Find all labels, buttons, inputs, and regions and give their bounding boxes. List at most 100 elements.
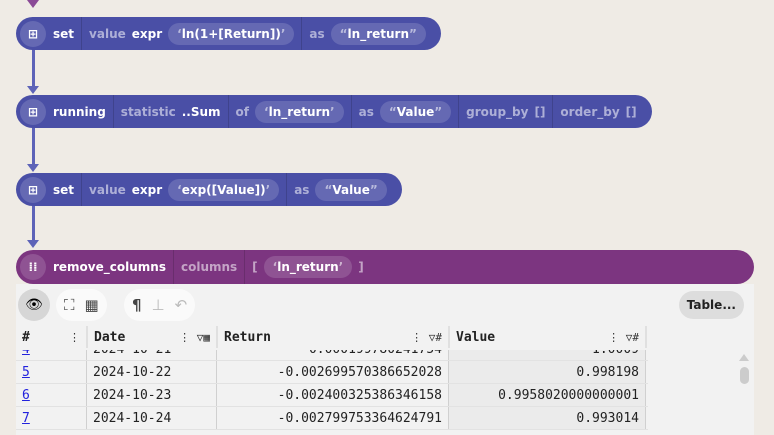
param-label: value — [89, 182, 126, 197]
param-group: of ‘ln_return’ — [229, 95, 352, 128]
column-name: Return — [224, 329, 271, 345]
cell-date[interactable]: 2024-10-23 — [87, 384, 217, 406]
column-name: Value — [456, 329, 496, 345]
scroll-up-icon[interactable] — [739, 354, 749, 361]
row-index[interactable]: 4 — [16, 350, 87, 360]
cell-return[interactable]: -0.002699570386652028 — [217, 361, 449, 383]
param-group: statistic ..Sum — [114, 95, 229, 128]
column-name: # — [22, 329, 30, 345]
param-value[interactable]: “ln_return” — [330, 22, 426, 45]
cell-return[interactable]: -0.002799753364624791 — [217, 407, 449, 429]
table-menu-button[interactable]: Table... — [678, 291, 744, 319]
scrollbar-thumb[interactable] — [739, 367, 749, 384]
param-label: as — [309, 26, 325, 41]
column-menu-icon[interactable]: ⋮ — [69, 331, 80, 344]
column-header-date[interactable]: Date ⋮ ▽▦ — [88, 326, 218, 348]
column-menu-filter-number-icon[interactable]: ⋮ ▽# — [411, 331, 442, 344]
param-group: value expr ‘exp([Value])’ — [82, 173, 288, 206]
param-group: columns — [174, 250, 246, 284]
param-group: as “Value” — [287, 173, 394, 206]
connector-arrow — [27, 240, 39, 248]
pilcrow-icon[interactable]: ¶ — [132, 296, 142, 314]
eye-icon[interactable]: 👁 — [18, 289, 50, 321]
column-header-value[interactable]: Value ⋮ ▽# — [450, 326, 647, 348]
column-name: Date — [94, 329, 126, 345]
param-value[interactable]: ‘ln(1+[Return])’ — [168, 22, 295, 45]
param-label: ] — [358, 260, 364, 274]
row-index[interactable]: 5 — [16, 361, 87, 383]
row-index[interactable]: 6 — [16, 384, 87, 406]
row-link[interactable]: 4 — [22, 350, 30, 357]
row-link[interactable]: 7 — [22, 411, 30, 426]
param-label: value — [89, 26, 126, 41]
command-label: set — [53, 26, 75, 41]
pipeline-block-set[interactable]: ⊞ set value expr ‘ln(1+[Return])’ as “ln_retur… — [16, 17, 441, 50]
cell-value[interactable]: 0.998198 — [449, 361, 646, 383]
remove-columns-icon[interactable]: ⁞⁞ — [20, 254, 46, 280]
connector-arrow — [27, 164, 39, 172]
command-name: set — [46, 173, 83, 206]
param-value[interactable]: ‘ln_return’ — [255, 100, 344, 123]
quote-mark: ’ — [280, 26, 286, 41]
cell-value[interactable]: 1.0009 — [449, 350, 646, 360]
param-value[interactable]: ‘ln_return’ — [263, 256, 353, 278]
expand-icon[interactable]: ⛶ — [64, 296, 75, 314]
quote-mark: ” — [434, 104, 443, 119]
column-menu-filter-date-icon[interactable]: ⋮ ▽▦ — [179, 331, 210, 344]
column-header-index[interactable]: # ⋮ — [16, 326, 88, 348]
param-value-text: ln_return — [277, 260, 339, 274]
pipeline-block-running[interactable]: ⊞ running statistic ..Sum of ‘ln_return’ as “Va… — [16, 95, 652, 128]
cell-date[interactable]: 2024-10-24 — [87, 407, 217, 429]
connector — [32, 205, 35, 241]
undo-icon[interactable]: ↶ — [175, 296, 188, 314]
add-column-icon[interactable]: ⊞ — [20, 176, 46, 203]
param-label: [ — [252, 260, 258, 274]
param-label: [] — [534, 104, 546, 119]
param-label: as — [294, 182, 310, 197]
param-value-text: exp([Value]) — [181, 182, 266, 197]
param-group: value expr ‘ln(1+[Return])’ — [82, 17, 303, 50]
param-keyword[interactable]: expr — [132, 183, 162, 197]
pipeline-block-remove-columns[interactable]: ⁞⁞ remove_columns columns [ ‘ln_return’] — [16, 250, 754, 284]
param-value-text: Value — [396, 104, 435, 119]
cell-return[interactable]: -0.002400325386346158 — [217, 384, 449, 406]
vertical-scrollbar[interactable] — [738, 354, 750, 384]
column-menu-filter-number-icon[interactable]: ⋮ ▽# — [608, 331, 639, 344]
param-keyword[interactable]: expr — [132, 27, 162, 41]
cell-value[interactable]: 0.9958020000000001 — [449, 384, 646, 406]
table-header: # ⋮ Date ⋮ ▽▦ Return ⋮ ▽# Value ⋮ ▽# — [16, 326, 647, 348]
row-index[interactable]: 7 — [16, 407, 87, 429]
row-link[interactable]: 5 — [22, 365, 30, 380]
add-column-icon[interactable]: ⊞ — [20, 98, 46, 125]
add-column-icon[interactable]: ⊞ — [20, 20, 46, 47]
command-name: set — [46, 17, 83, 50]
param-value[interactable]: “Value” — [379, 100, 452, 123]
param-keyword[interactable]: ..Sum — [182, 105, 221, 119]
quote-mark: ” — [369, 182, 378, 197]
table-row: 5 2024-10-22 -0.002699570386652028 0.998198 — [16, 361, 648, 384]
param-value[interactable]: ‘exp([Value])’ — [168, 178, 280, 201]
add-row-icon[interactable]: ⊥ — [152, 296, 165, 314]
cell-value[interactable]: 0.993014 — [449, 407, 646, 429]
row-link[interactable]: 6 — [22, 388, 30, 403]
param-label: order_by — [560, 104, 620, 119]
grid-icon[interactable]: ▦ — [85, 296, 99, 314]
table-body: 4 2024-10-210.0001997802417541.0009 5 2024-… — [16, 350, 648, 435]
column-header-return[interactable]: Return ⋮ ▽# — [218, 326, 450, 348]
cell-return[interactable]: 0.000199780241754 — [217, 350, 449, 360]
param-label: [] — [625, 104, 637, 119]
cell-date[interactable]: 2024-10-22 — [87, 361, 217, 383]
param-value[interactable]: “Value” — [315, 178, 387, 201]
pipeline-block-set[interactable]: ⊞ set value expr ‘exp([Value])’ as “Value” — [16, 173, 402, 206]
table-row: 7 2024-10-24 -0.002799753364624791 0.993014 — [16, 407, 648, 430]
param-group: as “ln_return” — [302, 17, 432, 50]
command-label: remove_columns — [53, 260, 166, 274]
param-label: of — [235, 104, 250, 119]
param-value-text: ln_return — [347, 26, 409, 41]
quote-mark: ’ — [265, 182, 271, 197]
quote-mark: ’ — [330, 104, 335, 119]
cell-date[interactable]: 2024-10-21 — [87, 350, 217, 360]
command-name: running — [46, 95, 114, 128]
param-group: order_by [] — [553, 95, 643, 128]
quote-mark: ” — [408, 26, 417, 41]
